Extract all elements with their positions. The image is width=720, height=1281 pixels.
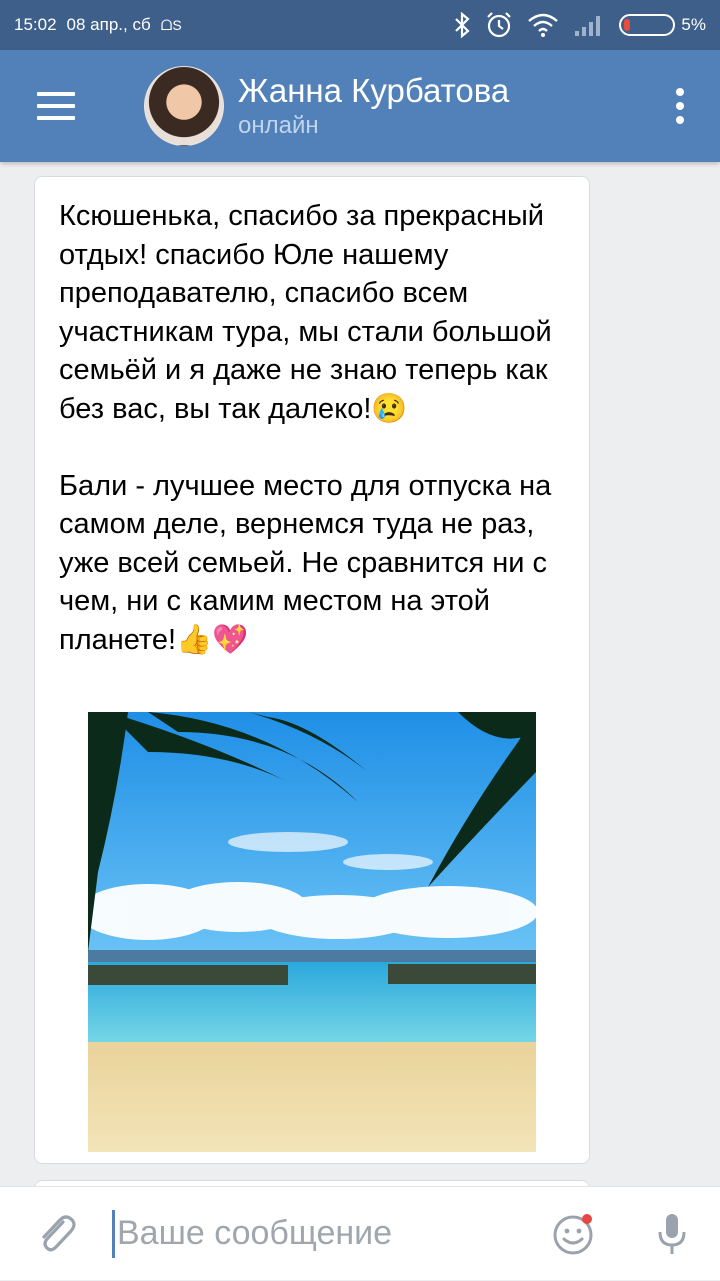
message-paragraph: Бали - лучшее место для отпуска на самом… (59, 469, 552, 656)
hamburger-icon (37, 92, 75, 96)
menu-button[interactable] (0, 50, 112, 162)
contact-status: онлайн (238, 112, 319, 139)
status-date: 08 апр., сб (66, 15, 151, 34)
attach-button[interactable] (0, 1187, 112, 1281)
text-caret (112, 1209, 115, 1258)
battery-percent: 5% (681, 15, 706, 34)
smiley-icon (553, 1213, 593, 1254)
battery-icon (619, 14, 676, 36)
microphone-icon (658, 1213, 686, 1254)
chat-header: Жанна Курбатова онлайн (0, 50, 720, 162)
carrier-icon: ᗝS (160, 16, 182, 33)
alarm-icon (487, 12, 512, 38)
wifi-icon (528, 13, 559, 37)
status-time: 15:02 (14, 15, 57, 34)
message-bubble[interactable]: Ксюшенька, спасибо за прекрасный отдых! … (34, 176, 590, 1164)
status-bar: 15:02 08 апр., сб ᗝS 5% (0, 0, 720, 50)
bluetooth-icon (455, 12, 471, 38)
more-vert-icon (676, 88, 684, 96)
more-options-button[interactable] (640, 50, 720, 162)
contact-info[interactable]: Жанна Курбатова онлайн (238, 71, 509, 141)
emoji-button[interactable] (524, 1187, 624, 1281)
paperclip-icon (42, 1214, 76, 1251)
avatar[interactable] (144, 66, 224, 146)
message-text: Ксюшенька, спасибо за прекрасный отдых! … (59, 197, 569, 698)
message-input[interactable] (117, 1214, 517, 1253)
contact-name: Жанна Курбатова (238, 72, 510, 109)
message-composer (0, 1186, 720, 1280)
voice-message-button[interactable] (624, 1187, 720, 1281)
message-input-area[interactable] (112, 1187, 524, 1281)
beach-photo[interactable] (88, 712, 536, 1152)
signal-icon (575, 16, 601, 36)
message-paragraph: Ксюшенька, спасибо за прекрасный отдых! … (59, 200, 552, 425)
